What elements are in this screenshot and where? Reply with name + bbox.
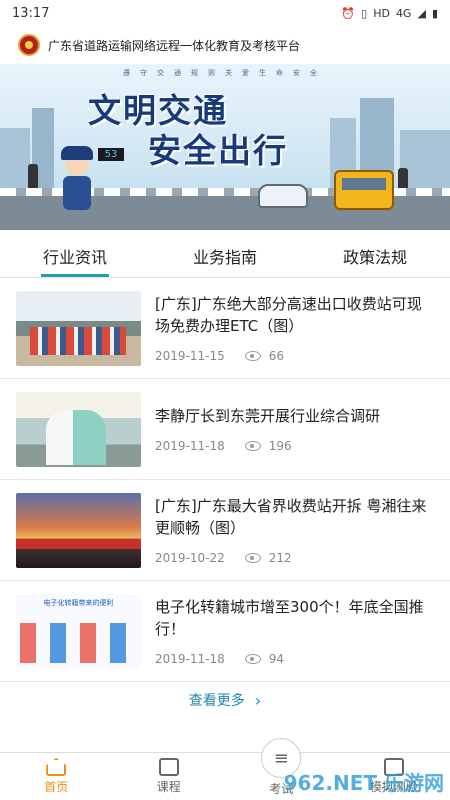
tab-policy-regulations[interactable]: 政策法规 (300, 234, 450, 277)
news-item[interactable]: 李静厅长到东莞开展行业综合调研 2019-11-18 196 (0, 379, 450, 480)
news-date: 2019-10-22 (155, 551, 225, 565)
news-list: [广东]广东绝大部分高速出口收费站可现场免费办理ETC（图） 2019-11-1… (0, 278, 450, 682)
view-more-label: 查看更多 (188, 693, 245, 709)
news-date: 2019-11-18 (155, 439, 225, 453)
watermark: 962.NET 乐游网 (283, 771, 444, 795)
police-officer-illustration (58, 142, 96, 212)
tab-label: 业务指南 (192, 247, 257, 267)
category-tabs: 行业资讯 业务指南 政策法规 (0, 234, 450, 278)
chevron-right-icon: › (254, 690, 262, 710)
view-more-button[interactable]: 查看更多 › (0, 682, 450, 718)
status-icons: ⏰ ▯ HD 4G ◢ ▮ (341, 7, 438, 20)
nav-label: 课程 (156, 780, 181, 794)
battery-icon: ▮ (431, 6, 438, 20)
news-item[interactable]: [广东]广东最大省界收费站开拆 粤湘往来更顺畅（图） 2019-10-22 21… (0, 480, 450, 581)
hd-badge: HD (373, 6, 390, 20)
news-title: 李静厅长到东莞开展行业综合调研 (155, 407, 381, 425)
car-illustration (258, 184, 308, 208)
banner-title-line2: 安全出行 (148, 131, 288, 170)
tab-label: 政策法规 (342, 247, 407, 267)
news-date: 2019-11-15 (155, 349, 225, 363)
tab-business-guide[interactable]: 业务指南 (150, 234, 300, 277)
tab-label: 行业资讯 (42, 247, 107, 267)
news-title: 电子化转籍城市增至300个！年底全国推行！ (155, 598, 424, 638)
news-views: 94 (268, 652, 285, 666)
banner-subtitle: 遵守交通规则关爱生命安全 (123, 69, 327, 77)
news-thumbnail (16, 492, 141, 568)
eye-icon (244, 441, 261, 451)
home-icon (46, 758, 67, 776)
course-icon (158, 758, 179, 776)
news-views: 66 (268, 349, 285, 363)
news-item[interactable]: 电子化转籍带来的便利 电子化转籍城市增至300个！年底全国推行！ 2019-11… (0, 581, 450, 682)
alarm-icon: ⏰ (341, 6, 356, 20)
vibrate-icon: ▯ (361, 6, 368, 20)
news-thumbnail: 电子化转籍带来的便利 (16, 593, 141, 669)
eye-icon (244, 654, 261, 664)
tab-industry-news[interactable]: 行业资讯 (0, 234, 150, 277)
status-bar: 13:17 ⏰ ▯ HD 4G ◢ ▮ (0, 0, 450, 26)
news-title: [广东]广东最大省界收费站开拆 粤湘往来更顺畅（图） (155, 497, 427, 537)
nav-home[interactable]: 首页 (0, 753, 113, 800)
school-bus-illustration (334, 170, 394, 210)
signal-icon: ◢ (417, 6, 426, 20)
news-thumbnail (16, 290, 141, 366)
banner[interactable]: 遵守交通规则关爱生命安全 文明交通 安全出行 53 (0, 64, 450, 230)
eye-icon (244, 351, 261, 361)
network-label: 4G (395, 6, 412, 20)
emblem-logo-icon (18, 34, 40, 56)
banner-building (0, 128, 30, 188)
news-title: [广东]广东绝大部分高速出口收费站可现场免费办理ETC（图） (155, 295, 422, 335)
news-item[interactable]: [广东]广东绝大部分高速出口收费站可现场免费办理ETC（图） 2019-11-1… (0, 278, 450, 379)
news-views: 196 (268, 439, 292, 453)
eye-icon (244, 553, 261, 563)
news-views: 212 (268, 551, 292, 565)
banner-speed-sign: 53 (98, 148, 124, 161)
news-date: 2019-11-18 (155, 652, 225, 666)
app-header: 广东省道路运输网络远程一体化教育及考核平台 (0, 26, 450, 64)
nav-label: 首页 (44, 780, 69, 794)
thumbnail-caption: 电子化转籍带来的便利 (43, 598, 114, 607)
bottom-navigation: 首页 课程 ≡ 考试 模拟测验 962.NET 乐游网 (0, 738, 450, 800)
nav-course[interactable]: 课程 (113, 753, 226, 800)
traffic-light-icon (28, 164, 38, 190)
app-title: 广东省道路运输网络远程一体化教育及考核平台 (48, 38, 301, 53)
status-time: 13:17 (12, 5, 50, 21)
news-thumbnail (16, 391, 141, 467)
